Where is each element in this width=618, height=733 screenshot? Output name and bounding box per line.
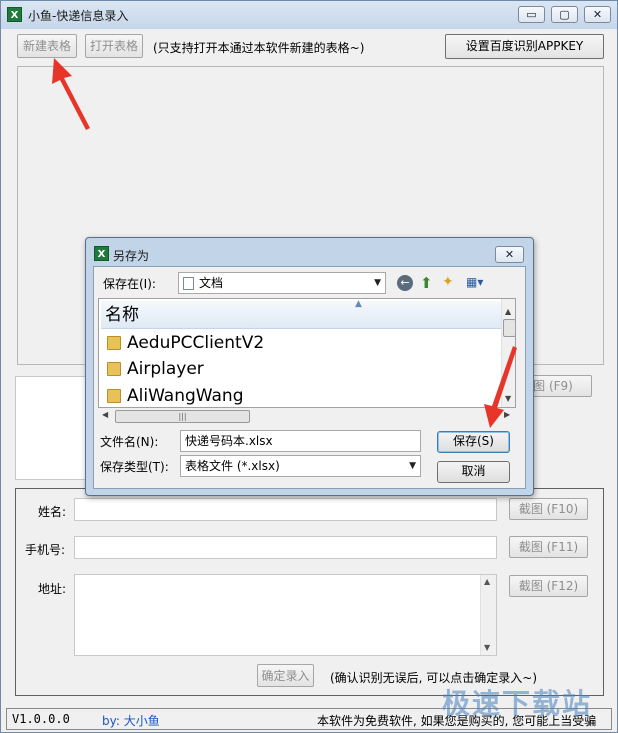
address-label: 地址: (38, 582, 67, 596)
window-title: 小鱼-快递信息录入 (28, 9, 129, 23)
back-icon[interactable]: ← (397, 275, 413, 291)
capture-f11-button[interactable]: 截图 (F11) (509, 536, 588, 558)
name-label: 姓名: (38, 505, 67, 519)
maximize-button[interactable]: ▢ (551, 6, 578, 23)
scroll-up-icon[interactable]: ▲ (505, 307, 511, 316)
file-list-hscrollbar[interactable]: ◀ ||| ▶ (99, 409, 515, 424)
save-in-value: 文档 (199, 276, 224, 290)
open-table-button[interactable]: 打开表格 (85, 34, 143, 58)
scroll-right-icon[interactable]: ▶ (504, 410, 510, 419)
filename-label: 文件名(N): (100, 435, 159, 449)
scroll-left-icon[interactable]: ◀ (102, 410, 108, 419)
filename-input[interactable]: 快递号码本.xlsx (180, 430, 421, 452)
save-in-select[interactable]: 文档 ▼ (178, 272, 386, 294)
cancel-button[interactable]: 取消 (437, 461, 510, 483)
scroll-down-icon[interactable]: ▼ (484, 643, 490, 652)
save-button[interactable]: 保存(S) (437, 431, 510, 453)
filetype-label: 保存类型(T): (100, 460, 169, 474)
new-folder-icon[interactable]: ✦ (442, 274, 454, 290)
view-menu-icon[interactable]: ▦▾ (466, 275, 492, 291)
minimize-button[interactable]: ▭ (518, 6, 545, 23)
up-folder-icon[interactable]: ⬆ (420, 274, 433, 292)
confirm-entry-button[interactable]: 确定录入 (257, 664, 314, 687)
dialog-close-button[interactable]: ✕ (495, 246, 524, 263)
folder-icon (107, 362, 121, 376)
chevron-down-icon: ▼ (409, 461, 416, 471)
form-panel: 姓名: 截图 (F10) 手机号: 截图 (F11) 地址: ▲ ▼ 截图 (F… (15, 488, 604, 696)
set-appkey-button[interactable]: 设置百度识别APPKEY (445, 34, 604, 59)
name-input[interactable] (74, 498, 497, 521)
capture-f12-button[interactable]: 截图 (F12) (509, 575, 588, 597)
watermark: 极速下载站 (442, 687, 593, 720)
toolbar-note: (只支持打开本通过本软件新建的表格~) (153, 41, 365, 55)
file-list[interactable]: 名称 ▲ AeduPCClientV2 Airplayer AliWangWan… (98, 298, 516, 408)
scroll-thumb[interactable] (503, 319, 515, 337)
dialog-title: 另存为 (113, 249, 150, 263)
scroll-up-icon[interactable]: ▲ (484, 577, 490, 586)
excel-dialog-icon: X (94, 246, 109, 261)
author-label: by: 大小鱼 (102, 714, 160, 728)
title-bar: X 小鱼-快递信息录入 ▭ ▢ ✕ (1, 1, 617, 29)
list-item[interactable]: AeduPCClientV2 (105, 330, 264, 356)
file-list-vscrollbar[interactable]: ▲ ▼ (501, 299, 515, 407)
address-scrollbar[interactable]: ▲ ▼ (480, 575, 496, 655)
close-button[interactable]: ✕ (584, 6, 611, 23)
folder-icon (107, 336, 121, 350)
filetype-select[interactable]: 表格文件 (*.xlsx) ▼ (180, 455, 421, 477)
chevron-down-icon: ▼ (374, 278, 381, 288)
folder-icon (107, 389, 121, 403)
h-scroll-thumb[interactable]: ||| (115, 410, 250, 423)
sort-up-icon: ▲ (355, 299, 362, 309)
filetype-value: 表格文件 (*.xlsx) (185, 459, 280, 473)
new-table-button[interactable]: 新建表格 (17, 34, 77, 58)
phone-label: 手机号: (25, 543, 66, 557)
document-icon (183, 277, 194, 290)
capture-f10-button[interactable]: 截图 (F10) (509, 498, 588, 520)
phone-input[interactable] (74, 536, 497, 559)
address-input[interactable]: ▲ ▼ (74, 574, 497, 656)
column-header-name[interactable]: 名称 (101, 301, 501, 329)
save-in-label: 保存在(I): (103, 277, 156, 291)
excel-app-icon: X (7, 7, 22, 22)
list-item[interactable]: AliWangWang (105, 383, 244, 407)
version-label: V1.0.0.0 (12, 712, 70, 726)
list-item[interactable]: Airplayer (105, 356, 204, 382)
scroll-down-icon[interactable]: ▼ (505, 394, 511, 403)
